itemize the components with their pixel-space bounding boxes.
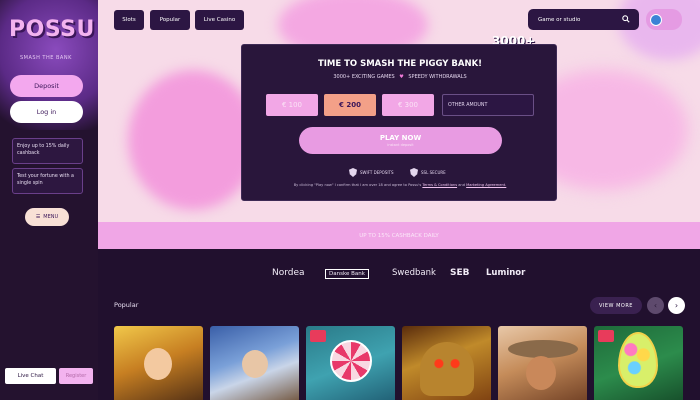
game-tile[interactable] [498,326,587,400]
deposit-card: TIME TO SMASH THE PIGGY BANK! 3000+ EXCI… [241,44,557,201]
popular-section: Popular VIEW MORE ‹ › [98,294,700,400]
game-tile[interactable] [594,326,683,400]
bank-logos: Nordea Danske Bank Swedbank SEB Luminor [98,249,700,294]
hero-banner: Slots Popular Live Casino Game or studio… [98,0,700,222]
tab-live-casino[interactable]: Live Casino [195,10,244,30]
tab-popular[interactable]: Popular [150,10,190,30]
live-chat-button[interactable]: Live Chat [5,368,56,384]
logo[interactable]: POSSU [9,17,95,42]
menu-icon: ☰ [35,214,41,220]
search-placeholder: Game or studio [538,16,581,23]
game-badge [598,330,614,342]
globe-icon [650,13,662,26]
menu-label: MENU [43,214,59,220]
feature-label: SWIFT DEPOSITS [360,170,394,175]
game-art [526,356,556,390]
play-now-caption: instant deposit [387,143,414,147]
play-now-button[interactable]: PLAY NOW instant deposit [299,127,502,154]
game-art [420,342,474,396]
game-badge [310,330,326,342]
chevron-left-icon[interactable]: ‹ [647,297,664,314]
section-title: Popular [114,301,139,309]
amount-option[interactable]: € 300 [382,94,434,116]
heart-icon: ♥ [399,74,404,80]
marketing-link[interactable]: Marketing Agreement. [466,183,506,187]
game-art [330,340,372,382]
cashback-bar[interactable]: UP TO 15% CASHBACK DAILY [98,222,700,249]
bank-logo-danske: Danske Bank [325,269,369,279]
language-selector[interactable] [646,9,682,30]
subtitle-withdrawals: SPEEDY WITHDRAWALS [408,74,467,80]
tagline: SMASH THE BANK [20,55,72,61]
piggy-blob [128,70,258,210]
login-button[interactable]: Log in [10,101,83,123]
menu-button[interactable]: ☰ MENU [25,208,69,226]
feature-ssl: SSL SECURE [410,168,446,177]
terms-link[interactable]: Terms & Conditions [422,183,457,187]
feature-swift-deposits: SWIFT DEPOSITS [349,168,394,177]
tab-slots[interactable]: Slots [114,10,144,30]
spin-promo[interactable]: Test your fortune with a single spin [12,168,83,194]
terms-prefix: By clicking "Play now" I confirm that I … [293,183,422,187]
other-amount-input[interactable]: OTHER AMOUNT [442,94,534,116]
bank-logo-seb: SEB [450,268,470,278]
feature-label: SSL SECURE [421,170,446,175]
search-input[interactable]: Game or studio [528,9,639,30]
amount-option-selected[interactable]: € 200 [324,94,376,116]
bank-logo-luminor: Luminor [486,268,526,278]
bank-logo-swedbank: Swedbank [392,268,436,278]
game-art [618,332,658,388]
sidebar: POSSU SMASH THE BANK Deposit Log in Enjo… [0,0,98,400]
deposit-button[interactable]: Deposit [10,75,83,97]
play-now-label: PLAY NOW [379,134,422,142]
game-art [242,350,268,378]
bank-logo-nordea: Nordea [272,268,305,278]
hero-subtitle: 3000+ EXCITING GAMES ♥ SPEEDY WITHDRAWAL… [242,74,558,80]
terms-and: and [458,183,465,187]
view-more-button[interactable]: VIEW MORE [590,297,642,314]
game-tile[interactable] [402,326,491,400]
shield-icon [349,168,357,177]
register-button[interactable]: Register [59,368,93,384]
terms-text: By clicking "Play now" I confirm that I … [242,183,558,187]
cashback-promo[interactable]: Enjoy up to 15% daily cashback [12,138,83,164]
game-art [144,348,172,380]
chevron-right-icon[interactable]: › [668,297,685,314]
subtitle-games: 3000+ EXCITING GAMES [333,74,395,80]
game-tile[interactable] [210,326,299,400]
game-tile[interactable] [306,326,395,400]
search-icon [622,15,630,23]
hero-title: TIME TO SMASH THE PIGGY BANK! [317,59,483,69]
amount-option[interactable]: € 100 [266,94,318,116]
game-tile[interactable] [114,326,203,400]
shield-icon [410,168,418,177]
